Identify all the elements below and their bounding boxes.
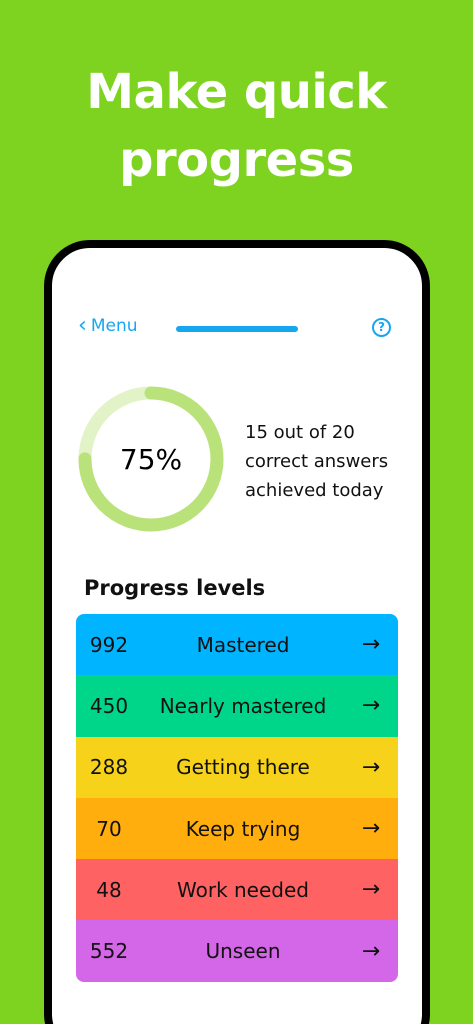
level-row-keep-trying[interactable]: 70 Keep trying → [76, 797, 398, 860]
level-label: Mastered [196, 632, 290, 657]
headline-line-1: Make quick [86, 64, 387, 120]
level-count: 552 [89, 939, 129, 964]
summary-line-1: 15 out of 20 [245, 422, 355, 443]
summary-line-3: achieved today [245, 480, 384, 501]
level-count: 450 [89, 693, 129, 718]
level-count: 992 [89, 632, 129, 657]
arrow-right-icon: → [361, 693, 381, 719]
level-count: 288 [89, 755, 129, 780]
arrow-right-icon: → [361, 816, 381, 842]
progress-levels-list: 992 Mastered → 450 Nearly mastered → 288 Gettin… [76, 614, 398, 982]
progress-levels-title: Progress levels [84, 576, 266, 600]
level-row-nearly-mastered[interactable]: 450 Nearly mastered → [76, 675, 398, 737]
phone-frame: ‹ Menu ? 75% 15 out of 20 correct answer… [44, 240, 430, 1024]
progress-percent: 75% [119, 442, 183, 476]
top-bar: ‹ Menu ? [52, 314, 422, 344]
chevron-left-icon: ‹ [78, 313, 87, 338]
level-row-unseen[interactable]: 552 Unseen → [76, 920, 398, 982]
headline-line-2: progress [119, 132, 354, 188]
arrow-right-icon: → [361, 877, 381, 903]
arrow-right-icon: → [361, 938, 381, 964]
session-progress-bar [176, 326, 298, 332]
level-label: Keep trying [185, 816, 301, 841]
level-row-getting-there[interactable]: 288 Getting there → [76, 736, 398, 798]
progress-summary: 15 out of 20 correct answers achieved to… [245, 418, 415, 505]
level-label: Getting there [176, 755, 310, 780]
level-count: 70 [96, 816, 122, 841]
menu-back-button[interactable]: ‹ Menu [78, 313, 138, 338]
level-label: Nearly mastered [159, 693, 327, 718]
level-row-work-needed[interactable]: 48 Work needed → [76, 859, 398, 921]
menu-back-label: Menu [90, 316, 138, 336]
progress-ring: 75% [76, 384, 226, 534]
arrow-right-icon: → [361, 632, 381, 658]
level-label: Work needed [177, 877, 309, 902]
level-count: 48 [96, 877, 122, 902]
headline: Make quick progress [0, 58, 473, 194]
level-row-mastered[interactable]: 992 Mastered → [76, 614, 398, 676]
summary-line-2: correct answers [245, 451, 389, 472]
level-label: Unseen [205, 939, 281, 964]
question-circle-icon[interactable]: ? [372, 318, 391, 337]
arrow-right-icon: → [361, 754, 381, 780]
